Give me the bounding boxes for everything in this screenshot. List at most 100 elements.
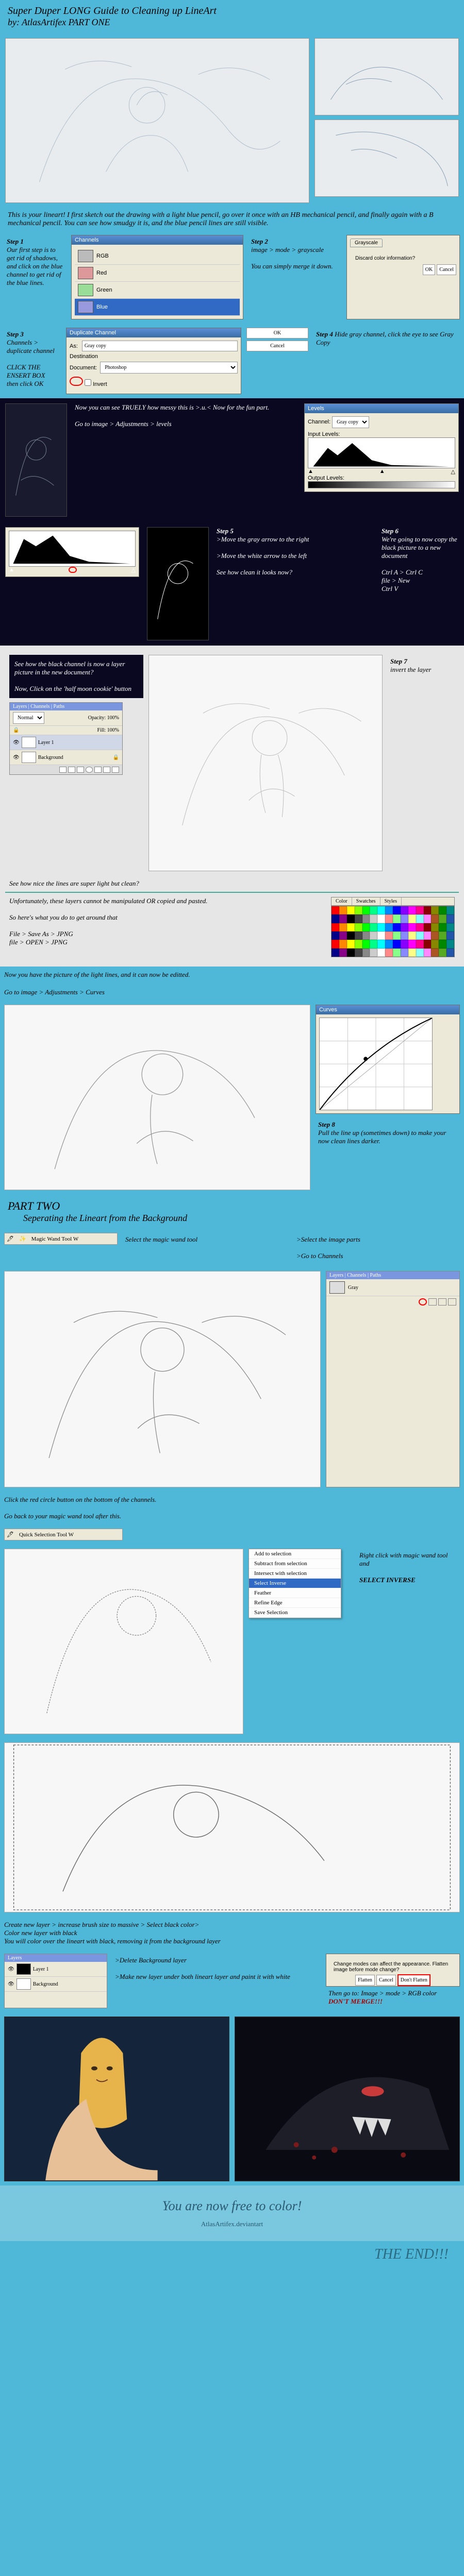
swatch[interactable] [393, 940, 401, 948]
tool-flyout-2[interactable]: 🖊 Quick Selection Tool W [4, 1529, 123, 1540]
swatch[interactable] [431, 931, 439, 940]
swatch[interactable] [332, 931, 339, 940]
folder-icon[interactable] [94, 767, 102, 773]
ctx-refine[interactable]: Refine Edge [249, 1598, 341, 1608]
magic-wand-icon[interactable]: ✨ [19, 1235, 26, 1242]
swatch[interactable] [385, 906, 393, 914]
swatch[interactable] [416, 940, 424, 948]
swatch[interactable] [446, 940, 454, 948]
swatch[interactable] [377, 914, 385, 923]
swatch[interactable] [439, 931, 446, 940]
layers-panel[interactable]: Layers | Channels | Paths NormalOpacity:… [9, 702, 123, 775]
blend-mode[interactable]: Normal [13, 712, 44, 724]
swatch[interactable] [377, 948, 385, 957]
swatch[interactable] [362, 923, 370, 931]
swatch[interactable] [393, 906, 401, 914]
swatch[interactable] [339, 923, 347, 931]
swatch[interactable] [424, 940, 432, 948]
fx-icon[interactable] [68, 767, 75, 773]
ctx-inverse[interactable]: Select Inverse [249, 1579, 341, 1588]
swatch[interactable] [347, 940, 355, 948]
swatch[interactable] [370, 906, 377, 914]
swatch[interactable] [416, 906, 424, 914]
swatch[interactable] [332, 940, 339, 948]
swatch[interactable] [431, 923, 439, 931]
eye-icon[interactable]: 👁 [13, 740, 20, 745]
swatch[interactable] [347, 923, 355, 931]
swatch[interactable] [393, 931, 401, 940]
swatch[interactable] [347, 931, 355, 940]
dup-doc-select[interactable]: Photoshop [100, 362, 238, 374]
swatch[interactable] [393, 914, 401, 923]
swatch[interactable] [424, 948, 432, 957]
swatch[interactable] [424, 906, 432, 914]
swatch[interactable] [339, 906, 347, 914]
cancel-button[interactable]: Cancel [437, 264, 456, 275]
channels-panel[interactable]: Channels RGB Red Green Blue [71, 235, 243, 319]
curves-dialog[interactable]: Curves [316, 1005, 460, 1114]
swatch[interactable] [416, 931, 424, 940]
swatch[interactable] [416, 948, 424, 957]
swatch[interactable] [408, 923, 416, 931]
swatch[interactable] [439, 923, 446, 931]
new-layer-icon[interactable] [103, 767, 110, 773]
context-menu[interactable]: Add to selection Subtract from selection… [248, 1549, 341, 1618]
dup-name-input[interactable] [82, 341, 238, 351]
tool-flyout[interactable]: 🖊 ✨ Magic Wand Tool W [4, 1233, 118, 1245]
levels-dialog-2[interactable]: ▲△ [5, 527, 139, 577]
swatch[interactable] [385, 948, 393, 957]
swatches-panel[interactable]: ColorSwatchesStyles [331, 897, 455, 957]
flatten-btn[interactable]: Flatten [355, 1975, 375, 1986]
swatch[interactable] [339, 914, 347, 923]
tab-channels2[interactable]: Channels [347, 1273, 366, 1278]
swatch[interactable] [431, 914, 439, 923]
eye-icon[interactable]: 👁 [13, 755, 20, 760]
fill[interactable]: Fill: 100% [97, 727, 119, 733]
swatch[interactable] [362, 914, 370, 923]
swatch[interactable] [355, 914, 362, 923]
swatch[interactable] [377, 931, 385, 940]
swatch[interactable] [401, 940, 408, 948]
ctx-add[interactable]: Add to selection [249, 1549, 341, 1559]
output-gradient[interactable] [308, 481, 455, 488]
swatch[interactable] [416, 923, 424, 931]
swatch[interactable] [362, 906, 370, 914]
swatch[interactable] [370, 931, 377, 940]
swatch[interactable] [385, 914, 393, 923]
swatch[interactable] [408, 906, 416, 914]
swatch[interactable] [401, 923, 408, 931]
swatch[interactable] [385, 931, 393, 940]
curves-graph[interactable] [319, 1018, 433, 1110]
new-channel-icon[interactable] [438, 1298, 446, 1306]
swatch[interactable] [362, 940, 370, 948]
mask-icon[interactable] [77, 767, 84, 773]
swatch[interactable] [332, 914, 339, 923]
duplicate-channel-dialog[interactable]: Duplicate Channel As: Destination Docume… [66, 328, 241, 394]
swatch[interactable] [355, 923, 362, 931]
swatch[interactable] [446, 914, 454, 923]
ctx-sub[interactable]: Subtract from selection [249, 1559, 341, 1569]
tab-channels[interactable]: Channels [30, 704, 49, 709]
trash-icon[interactable] [448, 1298, 456, 1306]
swatch[interactable] [446, 923, 454, 931]
swatch[interactable] [439, 906, 446, 914]
swatch[interactable] [332, 906, 339, 914]
swatch[interactable] [355, 906, 362, 914]
swatch[interactable] [439, 914, 446, 923]
dont-flatten-btn[interactable]: Don't Flatten [397, 1974, 430, 1986]
tab-layers2[interactable]: Layers [329, 1273, 343, 1278]
swatch[interactable] [439, 948, 446, 957]
ctx-feather[interactable]: Feather [249, 1588, 341, 1598]
dup-cancel[interactable]: Cancel [246, 341, 308, 351]
quick-select-icon[interactable]: 🖊 [7, 1235, 14, 1242]
opacity[interactable]: Opacity: 100% [88, 715, 119, 721]
swatch[interactable] [347, 948, 355, 957]
swatch[interactable] [446, 948, 454, 957]
link-icon[interactable] [59, 767, 67, 773]
swatch[interactable] [431, 940, 439, 948]
swatch[interactable] [377, 906, 385, 914]
swatch[interactable] [377, 940, 385, 948]
swatch[interactable] [347, 906, 355, 914]
swatch[interactable] [385, 940, 393, 948]
swatch[interactable] [347, 914, 355, 923]
